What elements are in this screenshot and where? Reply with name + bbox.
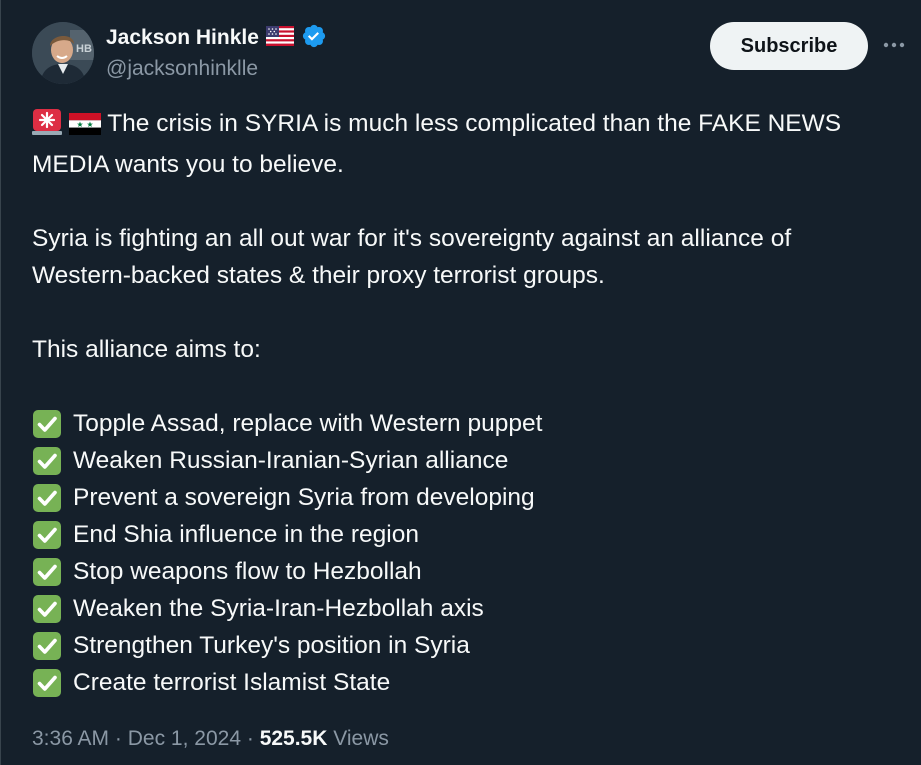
meta-separator: ·	[114, 727, 122, 750]
checklist-item: Strengthen Turkey's position in Syria	[32, 627, 912, 664]
more-horizontal-icon[interactable]	[880, 30, 908, 60]
check-mark-button-icon	[32, 446, 62, 476]
checklist-item-text: Stop weapons flow to Hezbollah	[73, 558, 422, 585]
author-name-row: Jackson Hinkle	[106, 24, 327, 52]
tweet-line-1: The crisis in SYRIA is much less complic…	[107, 110, 842, 137]
meta-separator: ·	[246, 727, 254, 750]
syria-flag-icon	[68, 109, 101, 146]
tweet-line-2: MEDIA wants you to believe.	[32, 151, 344, 178]
check-mark-button-icon	[32, 483, 62, 513]
checklist-item-text: Weaken Russian-Iranian-Syrian alliance	[73, 447, 509, 474]
us-flag-icon	[265, 25, 294, 51]
checklist-item-text: Create terrorist Islamist State	[73, 669, 391, 696]
author-display-name[interactable]: Jackson Hinkle	[106, 24, 259, 52]
check-mark-button-icon	[32, 520, 62, 550]
checklist-item-text: Strengthen Turkey's position in Syria	[73, 632, 470, 659]
check-mark-button-icon	[32, 409, 62, 439]
tweet-line-4: Western-backed states & their proxy terr…	[32, 262, 605, 289]
check-mark-button-icon	[32, 594, 62, 624]
checklist-item-text: End Shia influence in the region	[73, 521, 419, 548]
tweet-line: The crisis in SYRIA is much less complic…	[32, 105, 912, 146]
checklist-item: End Shia influence in the region	[32, 516, 912, 553]
checklist-item: Topple Assad, replace with Western puppe…	[32, 405, 912, 442]
tweet-date[interactable]: Dec 1, 2024	[128, 727, 241, 750]
rotating-light-icon	[32, 107, 62, 146]
checklist-item: Create terrorist Islamist State	[32, 664, 912, 701]
tweet-line-5: This alliance aims to:	[32, 336, 261, 363]
checklist-item: Stop weapons flow to Hezbollah	[32, 553, 912, 590]
tweet-text: The crisis in SYRIA is much less complic…	[32, 105, 912, 701]
avatar[interactable]: HB	[32, 22, 94, 84]
check-mark-button-icon	[32, 668, 62, 698]
checklist-item: Weaken Russian-Iranian-Syrian alliance	[32, 442, 912, 479]
checklist-item-text: Prevent a sovereign Syria from developin…	[73, 484, 535, 511]
checklist-item-text: Weaken the Syria-Iran-Hezbollah axis	[73, 595, 484, 622]
verified-badge-icon[interactable]	[301, 23, 327, 54]
check-mark-button-icon	[32, 557, 62, 587]
views-label: Views	[333, 727, 389, 750]
checklist-item-text: Topple Assad, replace with Western puppe…	[73, 410, 543, 437]
tweet-metadata: 3:36 AM · Dec 1, 2024 · 525.5K Views	[32, 724, 389, 754]
subscribe-button[interactable]: Subscribe	[710, 22, 868, 70]
tweet-line-3: Syria is fighting an all out war for it'…	[32, 225, 792, 252]
views-count: 525.5K	[259, 727, 328, 750]
author-handle[interactable]: @jacksonhinklle	[106, 56, 258, 82]
svg-text:HB: HB	[76, 43, 92, 55]
checklist-item: Weaken the Syria-Iran-Hezbollah axis	[32, 590, 912, 627]
avatar-photo-icon: HB	[32, 22, 94, 84]
checklist-item: Prevent a sovereign Syria from developin…	[32, 479, 912, 516]
tweet-header: HB Jackson Hinkle @jacksonhinklle Subscr…	[32, 20, 908, 84]
check-mark-button-icon	[32, 631, 62, 661]
checklist: Topple Assad, replace with Western puppe…	[32, 405, 912, 701]
tweet-time[interactable]: 3:36 AM	[32, 727, 109, 750]
left-border	[0, 0, 1, 765]
